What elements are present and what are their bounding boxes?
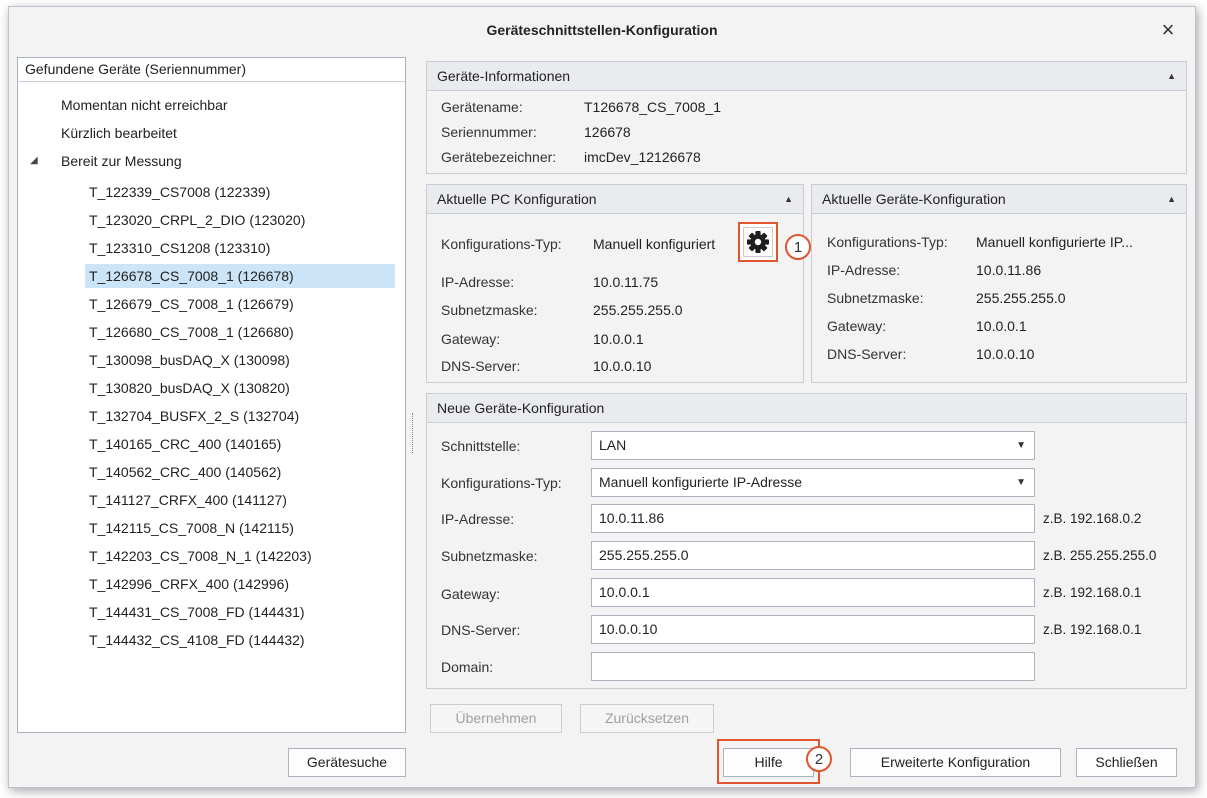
- domain-label: Domain:: [441, 659, 494, 675]
- dev-ip-label: IP-Adresse:: [827, 262, 901, 278]
- dev-gateway-label: Gateway:: [827, 318, 887, 334]
- tree-group-recent[interactable]: Kürzlich bearbeitet: [57, 121, 181, 145]
- pc-gateway-value: 10.0.0.1: [593, 331, 644, 347]
- tree-device-item[interactable]: T_126680_CS_7008_1 (126680): [85, 320, 298, 344]
- dev-mask-label: Subnetzmaske:: [827, 290, 924, 306]
- tree-device-item[interactable]: T_123310_CS1208 (123310): [85, 236, 274, 260]
- interface-label: Schnittstelle:: [441, 438, 521, 454]
- config-type-label: Konfigurations-Typ:: [441, 475, 562, 491]
- pc-config-title: Aktuelle PC Konfiguration: [437, 191, 597, 207]
- device-search-button[interactable]: Gerätesuche: [288, 748, 406, 777]
- pc-dns-label: DNS-Server:: [441, 358, 521, 374]
- window-title: Geräteschnittstellen-Konfiguration: [486, 22, 718, 38]
- domain-input[interactable]: [591, 652, 1035, 681]
- advanced-config-button[interactable]: Erweiterte Konfiguration: [850, 748, 1061, 777]
- mask-label: Subnetzmaske:: [441, 548, 538, 564]
- apply-button[interactable]: Übernehmen: [430, 704, 562, 733]
- tree-device-item[interactable]: T_142996_CRFX_400 (142996): [85, 572, 293, 596]
- config-type-select-value: Manuell konfigurierte IP-Adresse: [599, 474, 803, 490]
- pc-ip-label: IP-Adresse:: [441, 274, 515, 290]
- tree-group-unreachable[interactable]: Momentan nicht erreichbar: [57, 93, 232, 117]
- new-config-title: Neue Geräte-Konfiguration: [437, 400, 605, 416]
- tree-device-item[interactable]: T_144431_CS_7008_FD (144431): [85, 600, 309, 624]
- dev-dns-label: DNS-Server:: [827, 346, 907, 362]
- gateway-label: Gateway:: [441, 586, 501, 602]
- pc-mask-value: 255.255.255.0: [593, 302, 683, 318]
- dns-hint: z.B. 192.168.0.1: [1043, 622, 1142, 637]
- pc-gateway-label: Gateway:: [441, 331, 501, 347]
- device-id-value: imcDev_12126678: [584, 149, 701, 165]
- dns-label: DNS-Server:: [441, 622, 521, 638]
- configure-button[interactable]: [738, 222, 778, 262]
- serial-value: 126678: [584, 124, 631, 140]
- dev-ip-value: 10.0.11.86: [976, 262, 1042, 278]
- ip-input[interactable]: 10.0.11.86: [591, 504, 1035, 533]
- tree-device-item[interactable]: T_122339_CS7008 (122339): [85, 180, 274, 204]
- callout-badge-1: 1: [785, 234, 811, 260]
- pc-dns-value: 10.0.0.10: [593, 358, 652, 374]
- dev-type-label: Konfigurations-Typ:: [827, 234, 948, 250]
- device-config-title: Aktuelle Geräte-Konfiguration: [822, 191, 1006, 207]
- callout-badge-2: 2: [806, 746, 832, 772]
- tree-device-item[interactable]: T_142203_CS_7008_N_1 (142203): [85, 544, 316, 568]
- tree-device-item[interactable]: T_130098_busDAQ_X (130098): [85, 348, 294, 372]
- pc-config-header[interactable]: Aktuelle PC Konfiguration ▲: [427, 185, 803, 214]
- mask-input[interactable]: 255.255.255.0: [591, 541, 1035, 570]
- chevron-up-icon[interactable]: ▲: [1167, 185, 1176, 213]
- interface-select-value: LAN: [599, 437, 627, 453]
- interface-select[interactable]: LAN ▼: [591, 431, 1035, 460]
- tree-device-item[interactable]: T_130820_busDAQ_X (130820): [85, 376, 294, 400]
- gateway-input[interactable]: 10.0.0.1: [591, 578, 1035, 607]
- dev-gateway-value: 10.0.0.1: [976, 318, 1027, 334]
- device-name-value: T126678_CS_7008_1: [584, 99, 722, 115]
- dns-input[interactable]: 10.0.0.10: [591, 615, 1035, 644]
- tree-device-item[interactable]: T_140165_CRC_400 (140165): [85, 432, 285, 456]
- device-config-header[interactable]: Aktuelle Geräte-Konfiguration ▲: [812, 185, 1186, 214]
- tree-device-item[interactable]: T_144432_CS_4108_FD (144432): [85, 628, 309, 652]
- tree-device-item[interactable]: T_141127_CRFX_400 (141127): [85, 488, 291, 512]
- tree-device-item[interactable]: T_132704_BUSFX_2_S (132704): [85, 404, 303, 428]
- close-button[interactable]: Schließen: [1076, 748, 1177, 777]
- device-name-label: Gerätename:: [441, 99, 523, 115]
- tree-device-item[interactable]: T_126679_CS_7008_1 (126679): [85, 292, 298, 316]
- chevron-up-icon[interactable]: ▲: [1167, 62, 1176, 90]
- device-id-label: Gerätebezeichner:: [441, 149, 557, 165]
- dev-type-value: Manuell konfigurierte IP...: [976, 234, 1133, 250]
- chevron-down-icon[interactable]: ▼: [1016, 432, 1026, 459]
- device-info-header[interactable]: Geräte-Informationen ▲: [427, 62, 1186, 91]
- tree-device-item[interactable]: T_123020_CRPL_2_DIO (123020): [85, 208, 309, 232]
- dev-mask-value: 255.255.255.0: [976, 290, 1066, 306]
- gateway-hint: z.B. 192.168.0.1: [1043, 585, 1142, 600]
- ip-hint: z.B. 192.168.0.2: [1043, 511, 1142, 526]
- tree-device-item[interactable]: T_126678_CS_7008_1 (126678): [85, 264, 395, 288]
- pc-ip-value: 10.0.11.75: [593, 274, 659, 290]
- config-type-select[interactable]: Manuell konfigurierte IP-Adresse ▼: [591, 468, 1035, 497]
- device-tree-header: Gefundene Geräte (Seriennummer): [18, 58, 405, 82]
- pc-type-value: Manuell konfiguriert: [593, 236, 716, 252]
- tree-device-item[interactable]: T_142115_CS_7008_N (142115): [85, 516, 298, 540]
- help-button[interactable]: Hilfe: [723, 748, 814, 777]
- ip-label: IP-Adresse:: [441, 511, 515, 527]
- chevron-up-icon[interactable]: ▲: [784, 185, 793, 213]
- device-info-title: Geräte-Informationen: [437, 68, 571, 84]
- gear-icon: [743, 227, 773, 257]
- mask-hint: z.B. 255.255.255.0: [1043, 548, 1157, 563]
- pc-type-label: Konfigurations-Typ:: [441, 236, 562, 252]
- dev-dns-value: 10.0.0.10: [976, 346, 1035, 362]
- expanded-triangle-icon[interactable]: ◢: [30, 149, 42, 173]
- tree-group-ready[interactable]: Bereit zur Messung: [57, 149, 186, 173]
- close-icon[interactable]: ×: [1155, 17, 1181, 43]
- title-bar: Geräteschnittstellen-Konfiguration ×: [9, 7, 1195, 57]
- pc-mask-label: Subnetzmaske:: [441, 302, 538, 318]
- tree-device-item[interactable]: T_140562_CRC_400 (140562): [85, 460, 285, 484]
- new-config-header: Neue Geräte-Konfiguration: [427, 394, 1186, 423]
- reset-button[interactable]: Zurücksetzen: [580, 704, 714, 733]
- splitter-handle[interactable]: [412, 413, 417, 453]
- serial-label: Seriennummer:: [441, 124, 537, 140]
- chevron-down-icon[interactable]: ▼: [1016, 469, 1026, 496]
